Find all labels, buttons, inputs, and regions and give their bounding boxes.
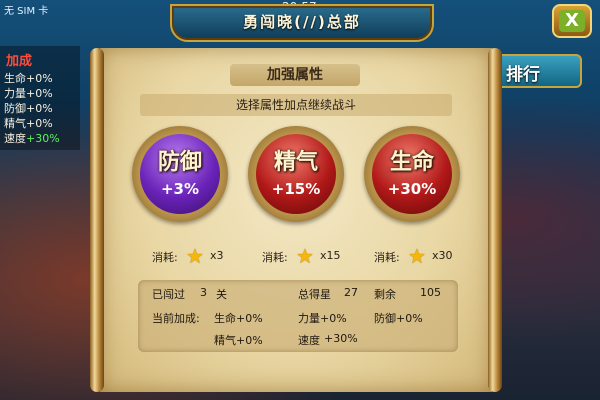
option-name: 防御	[157, 150, 202, 175]
cost-label: 消耗:	[152, 251, 178, 264]
total-stars-label: 总得星	[298, 288, 331, 301]
option-name: 生命	[389, 150, 434, 175]
buff-row: 速度+30%	[4, 131, 80, 146]
dialog-header: 加强属性	[230, 64, 360, 86]
spirit-option[interactable]: 精气 +15%	[248, 126, 344, 222]
cost-value: x3	[210, 249, 224, 262]
life-option[interactable]: 生命 +30%	[364, 126, 460, 222]
spirit-bonus: 精气+0%	[214, 334, 263, 347]
buff-row: 力量+0%	[4, 86, 80, 101]
defense-orb: 防御 +3%	[140, 134, 220, 214]
buff-row: 生命+0%	[4, 71, 80, 86]
attribute-dialog: 加强属性 选择属性加点继续战斗 防御 +3% 精气 +15% 生命 +30% 消…	[90, 48, 502, 392]
cost-label: 消耗:	[262, 251, 288, 264]
star-icon: ★	[296, 244, 314, 268]
option-bonus: +30%	[387, 180, 437, 198]
buff-label: 力量	[4, 87, 26, 100]
star-icon: ★	[408, 244, 426, 268]
buff-row: 精气+0%	[4, 116, 80, 131]
option-name: 精气	[273, 150, 318, 175]
speed-bonus-value: +30%	[324, 332, 358, 345]
buff-value: +30%	[26, 132, 60, 145]
passed-unit: 关	[216, 288, 227, 301]
dialog-subtitle: 选择属性加点继续战斗	[140, 94, 452, 116]
scroll-paper: 加强属性 选择属性加点继续战斗 防御 +3% 精气 +15% 生命 +30% 消…	[100, 48, 492, 392]
option-bonus: +15%	[271, 180, 321, 198]
remaining-value: 105	[420, 286, 441, 299]
passed-value: 3	[200, 286, 207, 299]
carrier-label: 无 SIM 卡	[4, 6, 49, 17]
option-bonus: +3%	[160, 180, 200, 198]
close-button[interactable]: X	[552, 4, 592, 38]
buff-value: +0%	[26, 87, 53, 100]
defense-cost: 消耗: ★ x3	[152, 244, 262, 268]
defense-bonus: 防御+0%	[374, 312, 423, 325]
total-stars-value: 27	[344, 286, 358, 299]
power-bonus: 力量+0%	[298, 312, 347, 325]
close-icon: X	[559, 10, 585, 32]
buff-label: 防御	[4, 102, 26, 115]
page-title: 勇闯晓(//)总部	[243, 13, 361, 31]
remaining-label: 剩余	[374, 288, 396, 301]
passed-label: 已闯过	[152, 288, 185, 301]
progress-stats: 已闯过 3 关 总得星 27 剩余 105 当前加成: 生命+0% 力量+0% …	[138, 280, 458, 352]
speed-bonus-label: 速度	[298, 334, 320, 347]
cost-value: x15	[320, 249, 341, 262]
buff-label: 生命	[4, 72, 26, 85]
defense-option[interactable]: 防御 +3%	[132, 126, 228, 222]
scroll-rod-left	[90, 48, 104, 392]
scroll-rod-right	[488, 48, 502, 392]
title-banner: 勇闯晓(//)总部	[170, 4, 434, 42]
buff-value: +0%	[26, 117, 53, 130]
life-cost: 消耗: ★ x30	[374, 244, 484, 268]
cost-value: x30	[432, 249, 453, 262]
star-icon: ★	[186, 244, 204, 268]
left-buff-panel: 加成 生命+0% 力量+0% 防御+0% 精气+0% 速度+30%	[0, 46, 80, 150]
life-bonus: 生命+0%	[214, 312, 263, 325]
buff-value: +0%	[26, 72, 53, 85]
buff-value: +0%	[26, 102, 53, 115]
spirit-cost: 消耗: ★ x15	[262, 244, 372, 268]
spirit-orb: 精气 +15%	[256, 134, 336, 214]
ranking-label: 排行	[506, 65, 540, 85]
buff-row: 防御+0%	[4, 101, 80, 116]
buff-label: 速度	[4, 132, 26, 145]
life-orb: 生命 +30%	[372, 134, 452, 214]
buff-title: 加成	[6, 54, 33, 69]
current-bonus-label: 当前加成:	[152, 312, 200, 325]
cost-label: 消耗:	[374, 251, 400, 264]
buff-label: 精气	[4, 117, 26, 130]
